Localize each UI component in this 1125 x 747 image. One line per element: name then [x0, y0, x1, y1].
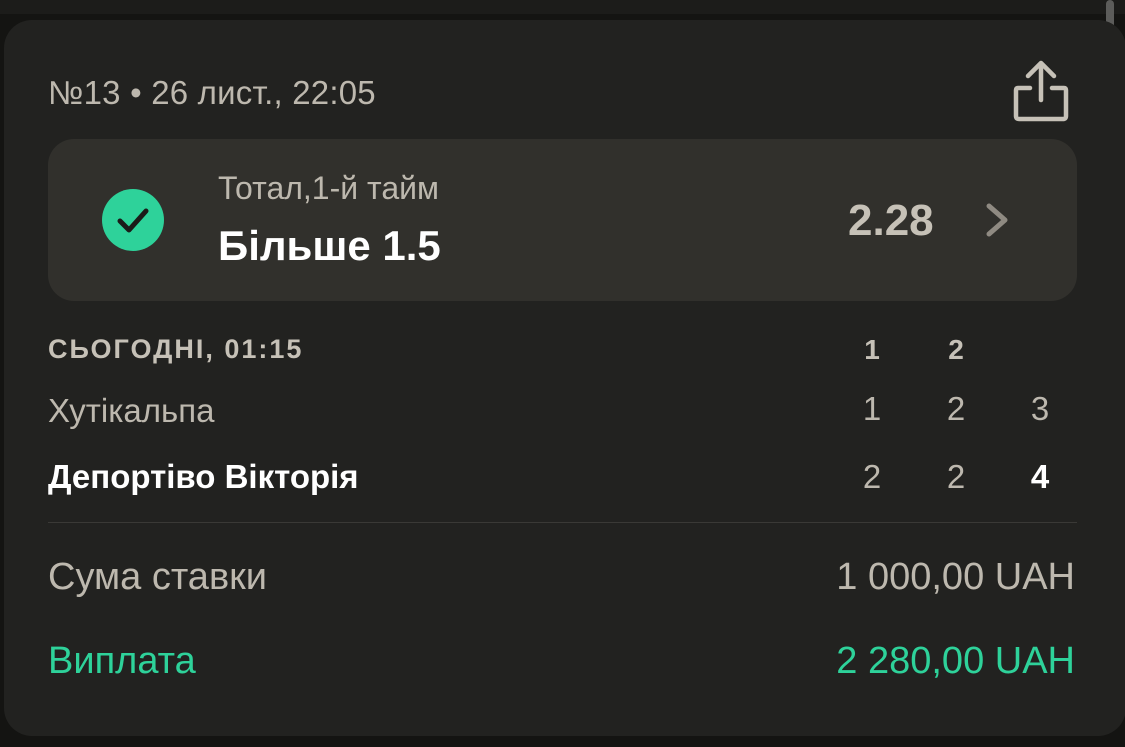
top-strip [0, 0, 1125, 14]
score-home-total: 3 [1030, 390, 1050, 427]
team-name-away: Депортіво Вікторія [48, 458, 359, 495]
bet-number-date: №13 • 26 лист., 22:05 [48, 74, 376, 111]
selection-label: Більше 1.5 [218, 222, 441, 269]
score-away-period-1: 2 [862, 458, 882, 495]
team-name-home: Хутікальпа [48, 392, 215, 429]
payout-value: 2 280,00 UAH [836, 640, 1075, 682]
chevron-right-icon[interactable] [982, 202, 1012, 238]
score-away-total: 4 [1030, 458, 1050, 495]
share-icon [1013, 60, 1069, 122]
stake-value: 1 000,00 UAH [836, 556, 1075, 598]
period-header-1: 1 [864, 334, 880, 365]
check-circle-icon [101, 188, 165, 252]
divider [48, 522, 1077, 523]
period-header-2: 2 [948, 334, 964, 365]
stake-label: Сума ставки [48, 556, 267, 598]
share-button[interactable] [1008, 58, 1074, 124]
payout-label: Виплата [48, 640, 196, 682]
score-home-period-1: 1 [862, 390, 882, 427]
market-label: Тотал,1-й тайм [218, 170, 439, 206]
match-date: СЬОГОДНІ, 01:15 [48, 334, 304, 364]
score-away-period-2: 2 [946, 458, 966, 495]
score-home-period-2: 2 [946, 390, 966, 427]
bet-card [4, 20, 1125, 736]
odds-value: 2.28 [848, 196, 934, 245]
